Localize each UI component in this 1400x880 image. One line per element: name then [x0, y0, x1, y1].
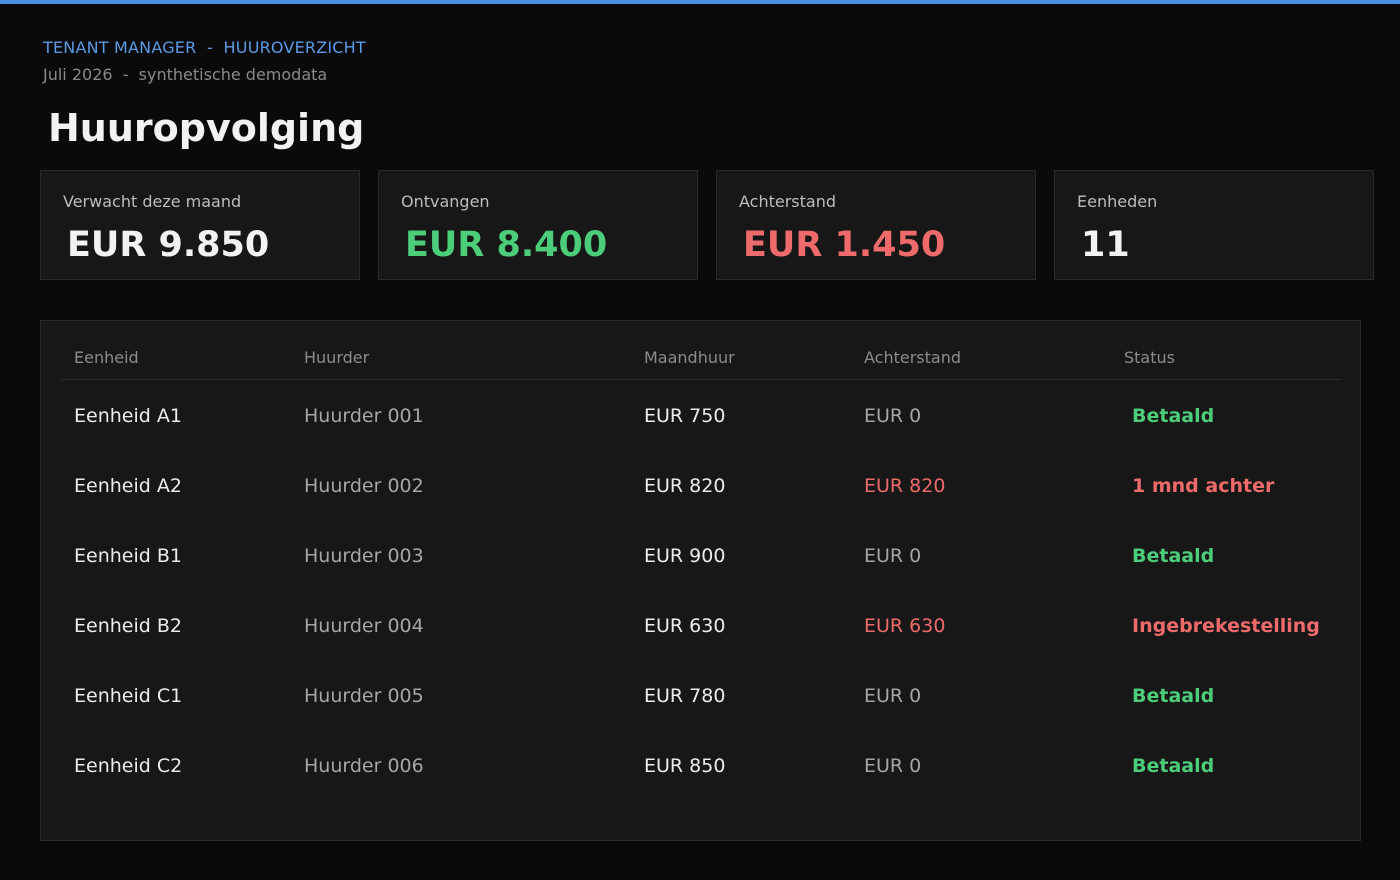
cell-tenant: Huurder 002 [304, 475, 424, 497]
cell-rent: EUR 820 [644, 475, 726, 497]
cell-rent: EUR 850 [644, 755, 726, 777]
status-badge: Betaald [1132, 405, 1215, 427]
kpi-label: Verwacht deze maand [63, 192, 242, 211]
table-row[interactable]: Eenheid A2 Huurder 002 EUR 820 EUR 820 1… [41, 451, 1360, 521]
status-badge: Betaald [1132, 545, 1215, 567]
status-badge: Betaald [1132, 755, 1215, 777]
table-row[interactable]: Eenheid C1 Huurder 005 EUR 780 EUR 0 Bet… [41, 661, 1360, 731]
kpi-value: EUR 8.400 [405, 225, 608, 265]
kpi-card-arrears: Achterstand EUR 1.450 [716, 170, 1036, 280]
cell-tenant: Huurder 004 [304, 615, 424, 637]
cell-arrears: EUR 0 [864, 685, 922, 707]
kpi-label: Eenheden [1077, 192, 1158, 211]
column-header-status[interactable]: Status [1124, 348, 1175, 367]
table-row[interactable]: Eenheid B1 Huurder 003 EUR 900 EUR 0 Bet… [41, 521, 1360, 591]
cell-unit: Eenheid B1 [74, 545, 182, 567]
page-title: Huuropvolging [48, 106, 365, 150]
column-header-tenant[interactable]: Huurder [304, 348, 369, 367]
kpi-value: 11 [1081, 225, 1130, 265]
kpi-value: EUR 1.450 [743, 225, 946, 265]
cell-tenant: Huurder 003 [304, 545, 424, 567]
cell-tenant: Huurder 001 [304, 405, 424, 427]
page-subtitle: Juli 2026 - synthetische demodata [43, 65, 328, 84]
kpi-card-units: Eenheden 11 [1054, 170, 1374, 280]
cell-rent: EUR 780 [644, 685, 726, 707]
status-badge: 1 mnd achter [1132, 475, 1275, 497]
cell-unit: Eenheid A2 [74, 475, 182, 497]
cell-rent: EUR 750 [644, 405, 726, 427]
cell-arrears: EUR 820 [864, 475, 946, 497]
cell-unit: Eenheid C2 [74, 755, 183, 777]
page-header: TENANT MANAGER - HUUROVERZICHT Juli 2026… [43, 38, 366, 84]
table-row[interactable]: Eenheid C2 Huurder 006 EUR 850 EUR 0 Bet… [41, 731, 1360, 801]
accent-bar [0, 0, 1400, 4]
kpi-card-received: Ontvangen EUR 8.400 [378, 170, 698, 280]
cell-rent: EUR 900 [644, 545, 726, 567]
cell-unit: Eenheid B2 [74, 615, 182, 637]
cell-unit: Eenheid C1 [74, 685, 183, 707]
breadcrumb[interactable]: TENANT MANAGER - HUUROVERZICHT [43, 38, 366, 57]
cell-arrears: EUR 630 [864, 615, 946, 637]
cell-rent: EUR 630 [644, 615, 726, 637]
table-header: Eenheid Huurder Maandhuur Achterstand St… [61, 321, 1340, 380]
cell-tenant: Huurder 005 [304, 685, 424, 707]
column-header-arrears[interactable]: Achterstand [864, 348, 961, 367]
table-row[interactable]: Eenheid A1 Huurder 001 EUR 750 EUR 0 Bet… [41, 381, 1360, 451]
cell-tenant: Huurder 006 [304, 755, 424, 777]
cell-arrears: EUR 0 [864, 755, 922, 777]
column-header-rent[interactable]: Maandhuur [644, 348, 735, 367]
table-row[interactable]: Eenheid B2 Huurder 004 EUR 630 EUR 630 I… [41, 591, 1360, 661]
cell-arrears: EUR 0 [864, 545, 922, 567]
status-badge: Ingebrekestelling [1132, 615, 1320, 637]
kpi-label: Ontvangen [401, 192, 490, 211]
rent-table: Eenheid Huurder Maandhuur Achterstand St… [40, 320, 1361, 841]
kpi-label: Achterstand [739, 192, 837, 211]
column-header-unit[interactable]: Eenheid [74, 348, 139, 367]
kpi-value: EUR 9.850 [67, 225, 270, 265]
status-badge: Betaald [1132, 685, 1215, 707]
cell-arrears: EUR 0 [864, 405, 922, 427]
kpi-card-expected: Verwacht deze maand EUR 9.850 [40, 170, 360, 280]
cell-unit: Eenheid A1 [74, 405, 182, 427]
